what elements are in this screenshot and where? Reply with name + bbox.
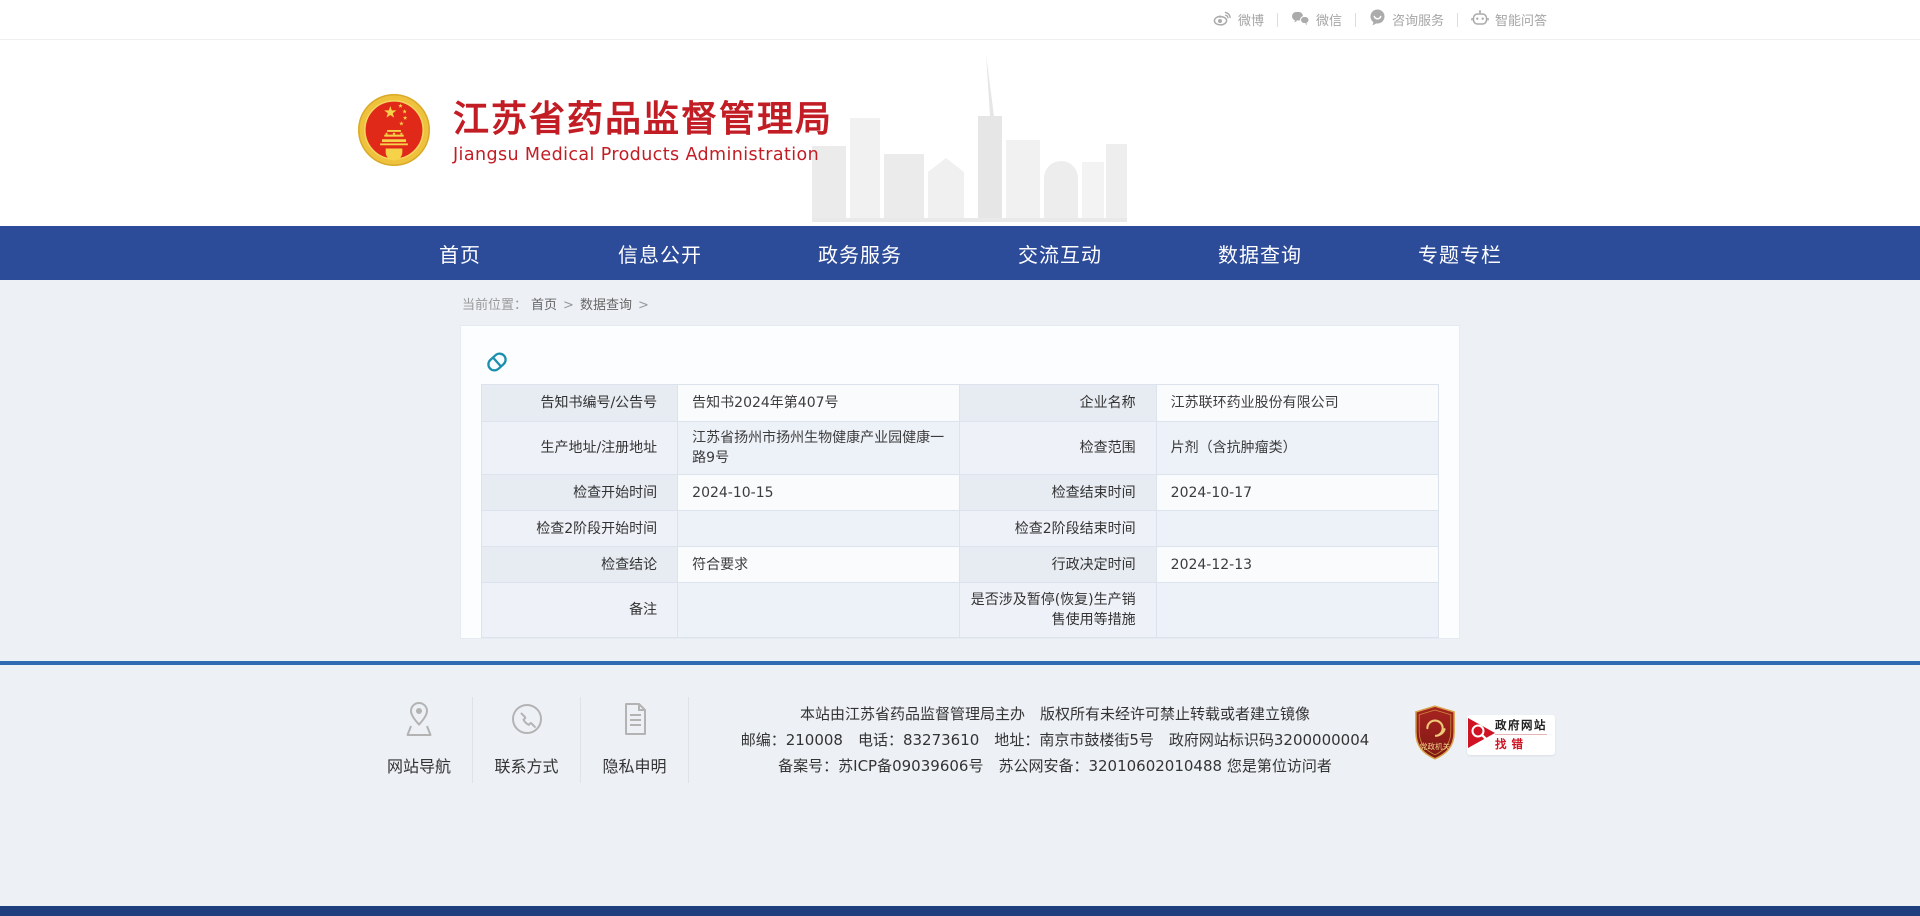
detail-label-cell: 备注 [482,583,678,638]
detail-value-cell: 片剂（含抗肿瘤类） [1156,422,1438,475]
weibo-label: 微博 [1238,10,1264,29]
site-subtitle: Jiangsu Medical Products Administration [453,145,833,165]
breadcrumb-section-link[interactable]: 数据查询 [580,298,632,313]
weibo-link[interactable]: 微博 [1200,10,1277,30]
chat-bubble-icon [1369,9,1386,30]
robot-icon [1471,10,1489,30]
site-footer: 网站导航 联系方式 隐私申明 本站由江苏省药品监督管理局主办 版权所有未经许可禁… [0,665,1920,906]
breadcrumb-separator: > [638,298,649,313]
breadcrumb-separator: > [563,298,574,313]
detail-label-cell: 检查2阶段结束时间 [960,511,1156,547]
svg-text:党政机关: 党政机关 [1420,741,1451,751]
detail-value-cell [1156,583,1438,638]
site-header: 江苏省药品监督管理局 Jiangsu Medical Products Admi… [0,40,1920,226]
footer-legal-text: 本站由江苏省药品监督管理局主办 版权所有未经许可禁止转载或者建立镜像 邮编：21… [689,697,1413,779]
detail-label-cell: 检查范围 [960,422,1156,475]
footer-quick-links: 网站导航 联系方式 隐私申明 [365,697,689,783]
detail-label-cell: 检查2阶段开始时间 [482,511,678,547]
wechat-icon [1291,10,1310,30]
phone-icon [508,724,546,743]
nav-item-gov-services[interactable]: 政务服务 [760,226,960,280]
detail-label-cell: 是否涉及暂停(恢复)生产销售使用等措施 [960,583,1156,638]
nav-item-data-query[interactable]: 数据查询 [1160,226,1360,280]
breadcrumb: 当前位置： 首页 > 数据查询 > [460,280,1460,325]
table-row: 检查结论 符合要求 行政决定时间 2024-12-13 [482,547,1439,583]
footer-line-contact: 邮编：210008 电话：83273610 地址：南京市鼓楼街5号 政府网站标识… [715,727,1395,753]
detail-label-cell: 检查结论 [482,547,678,583]
contact-label: 联系方式 [473,753,580,777]
detail-value-cell: 2024-12-13 [1156,547,1438,583]
main-content: 当前位置： 首页 > 数据查询 > 告知书编号/公告号 告知书2024年第407号 企业… [0,280,1920,661]
site-map-label: 网站导航 [366,753,472,777]
wechat-link[interactable]: 微信 [1278,10,1355,30]
detail-value-cell [1156,511,1438,547]
detail-value-cell: 符合要求 [678,547,960,583]
national-emblem-logo [357,93,431,171]
detail-value-cell: 2024-10-15 [678,475,960,511]
nav-item-home[interactable]: 首页 [360,226,560,280]
footer-badges: 党政机关 政府网站 找错 [1413,697,1555,764]
detail-panel: 告知书编号/公告号 告知书2024年第407号 企业名称 江苏联环药业股份有限公… [460,325,1460,639]
detail-label-cell: 行政决定时间 [960,547,1156,583]
detail-label-cell: 告知书编号/公告号 [482,385,678,422]
detail-label-cell: 检查开始时间 [482,475,678,511]
breadcrumb-prefix: 当前位置： [462,298,527,313]
error-report-magnifier-icon [1467,715,1497,755]
brand[interactable]: 江苏省药品监督管理局 Jiangsu Medical Products Admi… [357,93,833,171]
table-row: 检查2阶段开始时间 检查2阶段结束时间 [482,511,1439,547]
detail-value-cell: 2024-10-17 [1156,475,1438,511]
error-badge-title: 政府网站 [1495,717,1547,735]
nav-item-info-disclosure[interactable]: 信息公开 [560,226,760,280]
privacy-label: 隐私申明 [581,753,688,777]
contact-link[interactable]: 联系方式 [473,697,581,783]
wechat-label: 微信 [1316,10,1342,29]
consult-service-label: 咨询服务 [1392,10,1444,29]
detail-label-cell: 生产地址/注册地址 [482,422,678,475]
detail-value-cell: 告知书2024年第407号 [678,385,960,422]
detail-value-cell [678,583,960,638]
city-skyline-graphic [812,54,1127,226]
consult-service-link[interactable]: 咨询服务 [1356,9,1457,30]
site-map-link[interactable]: 网站导航 [365,697,473,783]
table-row: 告知书编号/公告号 告知书2024年第407号 企业名称 江苏联环药业股份有限公… [482,385,1439,422]
footer-line-host: 本站由江苏省药品监督管理局主办 版权所有未经许可禁止转载或者建立镜像 [715,701,1395,727]
error-badge-subtitle: 找错 [1495,735,1547,752]
detail-label-cell: 企业名称 [960,385,1156,422]
weibo-icon [1213,10,1232,30]
smart-qa-label: 智能问答 [1495,10,1547,29]
footer-line-icp: 备案号：苏ICP备09039606号 苏公网安备：32010602010488 … [715,753,1395,779]
pill-icon [481,346,1439,384]
website-error-report-badge[interactable]: 政府网站 找错 [1467,715,1555,755]
party-gov-badge[interactable]: 党政机关 [1413,705,1457,764]
detail-value-cell: 江苏联环药业股份有限公司 [1156,385,1438,422]
bottom-bar [0,906,1920,916]
detail-label-cell: 检查结束时间 [960,475,1156,511]
inspection-detail-table: 告知书编号/公告号 告知书2024年第407号 企业名称 江苏联环药业股份有限公… [481,384,1439,638]
document-icon [616,724,654,743]
table-row: 检查开始时间 2024-10-15 检查结束时间 2024-10-17 [482,475,1439,511]
table-row: 备注 是否涉及暂停(恢复)生产销售使用等措施 [482,583,1439,638]
breadcrumb-home-link[interactable]: 首页 [531,298,557,313]
table-row: 生产地址/注册地址 江苏省扬州市扬州生物健康产业园健康一路9号 检查范围 片剂（… [482,422,1439,475]
detail-value-cell [678,511,960,547]
nav-item-interaction[interactable]: 交流互动 [960,226,1160,280]
nav-item-special-topics[interactable]: 专题专栏 [1360,226,1560,280]
site-title: 江苏省药品监督管理局 [453,99,833,141]
main-nav: 首页 信息公开 政务服务 交流互动 数据查询 专题专栏 [0,226,1920,280]
smart-qa-link[interactable]: 智能问答 [1458,10,1560,30]
map-pin-icon [400,724,438,743]
privacy-link[interactable]: 隐私申明 [581,697,689,783]
top-utility-bar: 微博 微信 咨询服务 智能问答 [0,0,1920,40]
detail-value-cell: 江苏省扬州市扬州生物健康产业园健康一路9号 [678,422,960,475]
